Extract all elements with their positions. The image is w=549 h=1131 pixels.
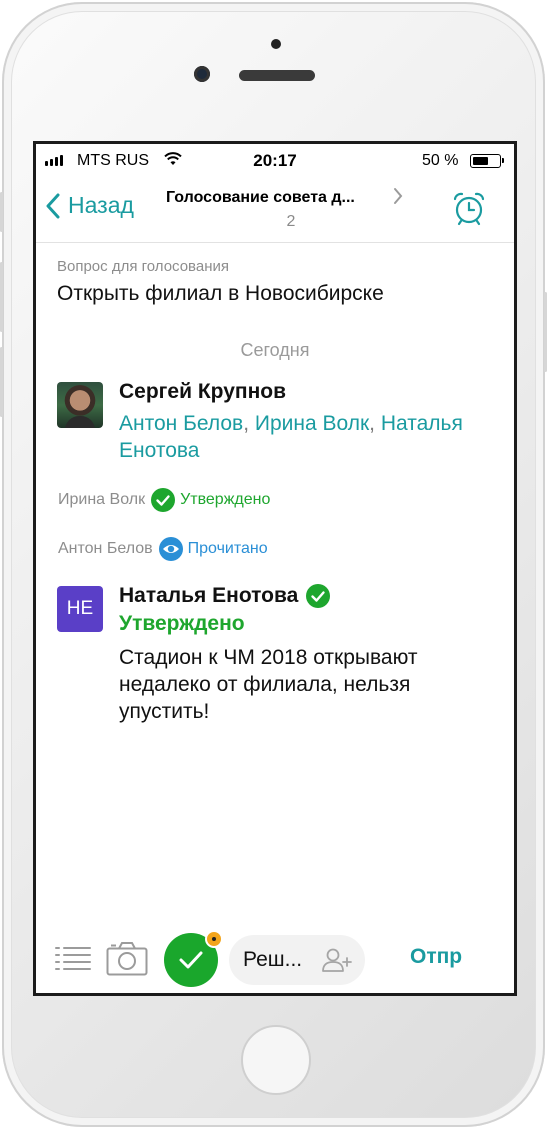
volume-up-button [0, 262, 3, 332]
chevron-right-icon[interactable] [392, 186, 404, 206]
mute-switch [0, 192, 3, 232]
app-screen: MTS RUS 20:17 50 % Назад Голосование сов… [33, 141, 517, 996]
battery-icon [470, 154, 504, 168]
checkmark-icon [179, 951, 203, 969]
alarm-clock-icon[interactable] [451, 190, 487, 226]
date-separator: Сегодня [240, 340, 310, 360]
navigation-bar: Назад Голосование совета д... 2 [36, 178, 514, 243]
list-icon[interactable] [54, 945, 92, 971]
camera-icon[interactable] [106, 941, 148, 977]
home-button[interactable] [241, 1025, 311, 1095]
eye-icon [158, 537, 183, 561]
status-event-user: Антон Белов [58, 540, 153, 557]
front-camera [194, 66, 210, 82]
message-author[interactable]: Наталья Енотова [119, 584, 298, 608]
status-event-read: Антон Белов Прочитано [58, 537, 268, 561]
question-label: Вопрос для голосования [57, 258, 229, 275]
recipient-separator: , [243, 412, 255, 435]
participants-count: 2 [286, 213, 296, 230]
question-text: Открыть филиал в Новосибирске [57, 282, 384, 305]
vote-status: Утверждено [119, 612, 245, 635]
add-person-icon[interactable] [321, 947, 353, 973]
recipient-separator: , [369, 412, 381, 435]
volume-down-button [0, 347, 3, 417]
approve-button[interactable] [164, 930, 223, 987]
chat-title[interactable]: Голосование совета д... [166, 189, 355, 207]
status-event-user: Ирина Волк [58, 491, 146, 508]
status-event-label: Прочитано [187, 540, 268, 557]
status-event-label: Утверждено [180, 491, 271, 508]
avatar-initials[interactable]: НЕ [57, 586, 103, 632]
avatar[interactable] [57, 382, 103, 428]
recipient-link[interactable]: Антон Белов [119, 412, 243, 435]
message-author-row: Наталья Енотова [119, 584, 331, 608]
recipient-link[interactable]: Ирина Волк [255, 412, 369, 435]
battery-percentage: 50 % [422, 152, 459, 169]
message-text: Стадион к ЧМ 2018 открывают недалеко от … [119, 646, 418, 723]
notification-badge [205, 930, 223, 948]
check-circle-icon [306, 584, 331, 608]
status-bar: MTS RUS 20:17 50 % [36, 144, 514, 178]
composer-toolbar: Реш... Отпр [36, 927, 514, 993]
power-button [544, 292, 547, 372]
message-input[interactable]: Реш... [229, 935, 365, 985]
send-button[interactable]: Отпр [410, 945, 462, 969]
message-recipients: Антон Белов, Ирина Волк, Наталья Енотова [119, 410, 504, 464]
check-circle-icon [151, 488, 176, 512]
earpiece-speaker [239, 70, 315, 81]
message-input-value: Реш... [243, 948, 303, 971]
proximity-sensor [271, 39, 281, 49]
status-event-approved: Ирина Волк Утверждено [58, 488, 270, 512]
message-author[interactable]: Сергей Крупнов [119, 380, 286, 404]
